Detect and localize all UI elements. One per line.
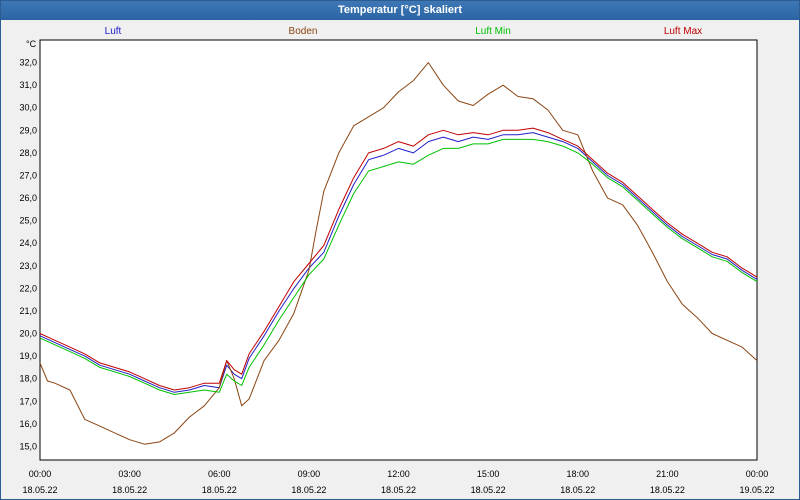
y-tick-label: 26,0: [19, 193, 37, 203]
x-tick-time: 18:00: [566, 469, 589, 479]
y-tick-label: 21,0: [19, 306, 37, 316]
y-tick-label: 25,0: [19, 216, 37, 226]
legend: Luft Boden Luft Min Luft Max: [105, 26, 703, 37]
x-tick-time: 06:00: [208, 469, 231, 479]
x-tick-time: 00:00: [746, 469, 769, 479]
temperature-chart: 15,0 16,0 17,0 18,0 19,0 20,0 21,0 22,0 23,0 24,0…: [19, 26, 774, 495]
x-tick-date: 18.05.22: [650, 485, 685, 495]
y-axis-ticks: 15,0 16,0 17,0 18,0 19,0 20,0 21,0 22,0 23,0 24,0…: [19, 58, 37, 452]
x-tick-date: 18.05.22: [471, 485, 506, 495]
y-tick-label: 23,0: [19, 261, 37, 271]
y-tick-label: 16,0: [19, 419, 37, 429]
y-tick-label: 30,0: [19, 103, 37, 113]
x-tick-date: 18.05.22: [560, 485, 595, 495]
x-tick-time: 21:00: [656, 469, 679, 479]
y-tick-label: 27,0: [19, 170, 37, 180]
x-axis-ticks: 00:00 18.05.22 03:00 18.05.22 06:00 18.05.22 0…: [22, 469, 774, 495]
x-tick-time: 00:00: [29, 469, 52, 479]
y-axis-unit: °C: [26, 39, 37, 49]
x-tick-date: 18.05.22: [291, 485, 326, 495]
y-tick-label: 22,0: [19, 283, 37, 293]
x-tick-date: 18.05.22: [202, 485, 237, 495]
y-tick-label: 17,0: [19, 396, 37, 406]
x-tick-date: 18.05.22: [112, 485, 147, 495]
legend-luft-min: Luft Min: [475, 26, 511, 37]
x-tick-date: 18.05.22: [22, 485, 57, 495]
x-tick-date: 19.05.22: [739, 485, 774, 495]
y-tick-label: 32,0: [19, 58, 37, 68]
y-tick-label: 28,0: [19, 148, 37, 158]
y-tick-label: 24,0: [19, 238, 37, 248]
y-tick-label: 18,0: [19, 374, 37, 384]
plot-background: [40, 40, 757, 460]
plot-frame: [39, 39, 758, 461]
legend-boden: Boden: [289, 26, 318, 37]
x-tick-date: 18.05.22: [381, 485, 416, 495]
y-tick-label: 15,0: [19, 441, 37, 451]
legend-luft: Luft: [105, 26, 122, 37]
x-tick-time: 15:00: [477, 469, 500, 479]
x-tick-time: 09:00: [298, 469, 321, 479]
x-tick-time: 12:00: [387, 469, 410, 479]
y-tick-label: 20,0: [19, 329, 37, 339]
y-tick-label: 29,0: [19, 125, 37, 135]
x-tick-time: 03:00: [118, 469, 141, 479]
legend-luft-max: Luft Max: [664, 26, 702, 37]
y-tick-label: 19,0: [19, 351, 37, 361]
y-tick-label: 31,0: [19, 80, 37, 90]
